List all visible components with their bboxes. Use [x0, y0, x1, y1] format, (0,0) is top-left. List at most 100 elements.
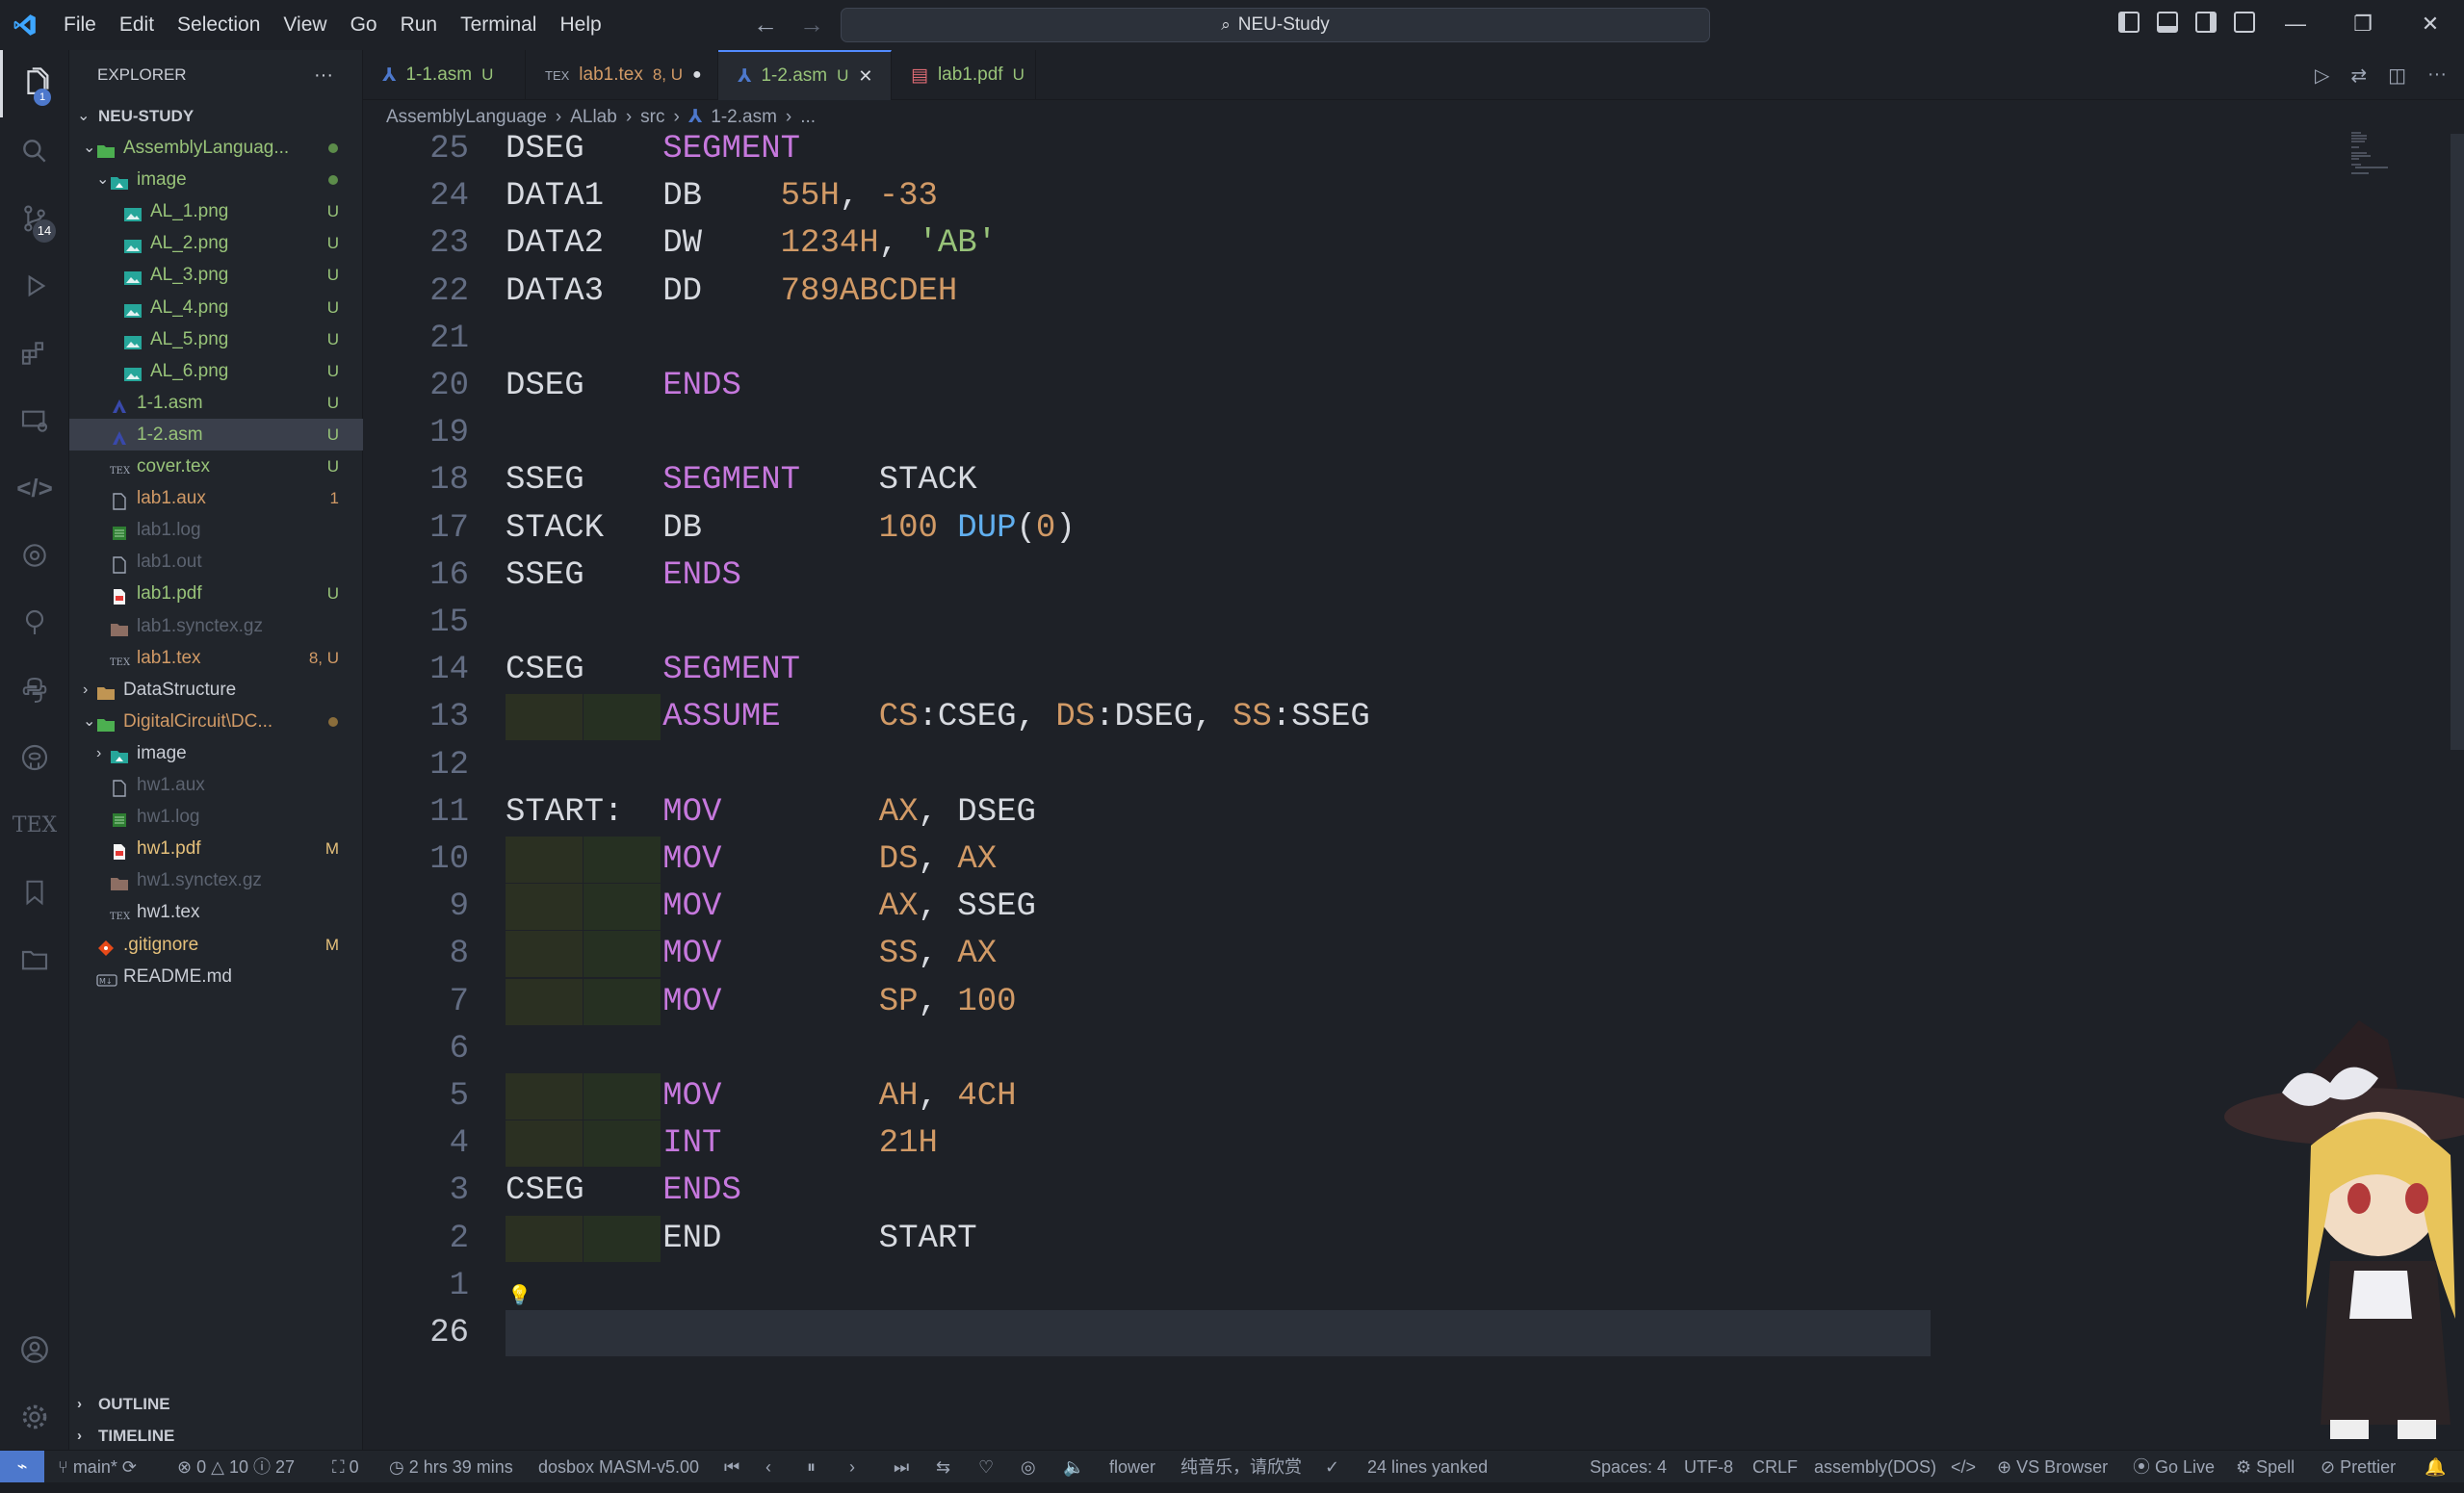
restore-icon[interactable]: ❐ [2329, 0, 2397, 50]
source-control-activity[interactable]: 14 [0, 185, 69, 252]
menu-item-terminal[interactable]: Terminal [449, 0, 548, 50]
menu-item-view[interactable]: View [272, 0, 338, 50]
tab-1-1-asm[interactable]: ⅄ 1-1.asm U [363, 50, 526, 100]
music-pause-icon[interactable]: ⏸ [807, 1451, 816, 1483]
code-line[interactable]: 14 CSEG SEGMENT [363, 647, 2464, 693]
encoding-status[interactable]: UTF-8 [1684, 1451, 1733, 1483]
menu-item-go[interactable]: Go [339, 0, 389, 50]
chevron-right-icon[interactable]: › [96, 737, 101, 769]
run-icon[interactable]: ▷ [2315, 64, 2329, 88]
tree-item[interactable]: AL_3.png U [69, 259, 363, 291]
branch-status[interactable]: ⑂ main* ⟳ [58, 1451, 137, 1483]
code-line[interactable]: 10 MOV DS, AX [363, 837, 2464, 883]
back-arrow-icon[interactable]: ← [753, 10, 778, 39]
menu-item-file[interactable]: File [52, 0, 108, 50]
ports-status[interactable]: ⛶ 0 [332, 1451, 359, 1483]
forward-arrow-icon[interactable]: → [799, 10, 824, 39]
tree-item[interactable]: lab1.log [69, 514, 363, 546]
breadcrumb-item[interactable]: src [640, 107, 664, 128]
tree-item[interactable]: M↓ README.md [69, 961, 363, 992]
tree-item[interactable]: AL_1.png U [69, 195, 363, 227]
compare-icon[interactable]: ⇄ [2350, 64, 2367, 88]
live-share-activity[interactable]: </> [0, 454, 69, 522]
timeline-section[interactable]: › TIMELINE [69, 1420, 363, 1452]
language-mode-status[interactable]: assembly(DOS) [1814, 1451, 1936, 1483]
music-mode-icon[interactable]: ◎ [1021, 1451, 1036, 1483]
volume-icon[interactable]: 🔈 [1063, 1451, 1084, 1483]
tree-item[interactable]: TEX cover.tex U [69, 450, 363, 482]
manage-activity[interactable] [0, 1383, 69, 1451]
tree-item[interactable]: ⌄ image [69, 164, 363, 195]
code-line[interactable]: 2 END START [363, 1215, 2464, 1262]
breadcrumb-item[interactable]: 1-2.asm [711, 107, 777, 128]
tab-lab1-pdf[interactable]: ▤ lab1.pdf U [892, 50, 1036, 100]
music-prev-icon[interactable]: ⏮ [724, 1451, 739, 1483]
code-line[interactable]: 6 [363, 1026, 2464, 1072]
git-graph-activity[interactable] [0, 589, 69, 656]
tree-item[interactable]: hw1.log [69, 801, 363, 833]
tree-item[interactable]: hw1.pdf M [69, 833, 363, 864]
tree-item[interactable]: lab1.out [69, 546, 363, 578]
code-line[interactable]: 8 MOV SS, AX [363, 931, 2464, 978]
code-line[interactable]: 19 [363, 410, 2464, 456]
tree-item[interactable]: .gitignore M [69, 929, 363, 961]
tree-item[interactable]: lab1.synctex.gz [69, 610, 363, 642]
explorer-activity[interactable]: 1 [0, 50, 69, 117]
wakatime-status[interactable]: ◷ 2 hrs 39 mins [389, 1451, 513, 1483]
tex-activity[interactable]: TEX [0, 791, 69, 859]
toggle-panel-icon[interactable] [2157, 12, 2178, 33]
close-tab-icon[interactable]: ✕ [858, 66, 872, 87]
extensions-activity[interactable] [0, 320, 69, 387]
tree-item[interactable]: TEX lab1.tex 8, U [69, 642, 363, 674]
toggle-secondary-sidebar-icon[interactable] [2195, 12, 2217, 33]
tree-item[interactable]: lab1.aux 1 [69, 482, 363, 514]
code-line[interactable]: 21 [363, 316, 2464, 362]
python-activity[interactable] [0, 656, 69, 724]
code-line[interactable]: 22 DATA3 DD 789ABCDEH [363, 269, 2464, 315]
dosbox-status[interactable]: dosbox MASM-v5.00 [538, 1451, 699, 1483]
run-debug-activity[interactable] [0, 252, 69, 320]
menu-item-run[interactable]: Run [389, 0, 450, 50]
chevron-right-icon[interactable]: › [83, 674, 88, 706]
command-center-search[interactable]: ⌕ NEU-Study [841, 8, 1710, 42]
github-activity[interactable] [0, 724, 69, 791]
menu-item-selection[interactable]: Selection [166, 0, 272, 50]
code-line[interactable]: 18 SSEG SEGMENT STACK [363, 457, 2464, 503]
unsaved-dot-icon[interactable]: ● [692, 66, 702, 84]
spell-status[interactable]: ⚙ Spell [2236, 1451, 2295, 1483]
song-artist[interactable]: 纯音乐，请欣赏 [1180, 1451, 1302, 1483]
close-window-icon[interactable]: ✕ [2397, 0, 2464, 50]
accounts-activity[interactable] [0, 1316, 69, 1383]
tree-item[interactable]: ⌄ AssemblyLanguag... [69, 132, 363, 164]
editor-scrollbar[interactable] [2451, 134, 2464, 750]
split-editor-icon[interactable]: ◫ [2388, 64, 2406, 88]
breadcrumb-item[interactable]: AssemblyLanguage [386, 107, 547, 128]
workspace-root[interactable]: ⌄ NEU-STUDY [69, 100, 363, 132]
minimap[interactable] [2349, 130, 2398, 178]
tree-item[interactable]: AL_2.png U [69, 227, 363, 259]
code-line[interactable]: 15 [363, 600, 2464, 646]
chevron-down-icon[interactable]: ⌄ [96, 164, 109, 195]
chevron-down-icon[interactable]: ⌄ [83, 706, 95, 737]
chevron-down-icon[interactable]: ⌄ [83, 132, 95, 164]
tree-item[interactable]: AL_6.png U [69, 355, 363, 387]
search-activity[interactable] [0, 117, 69, 185]
tab-lab1-tex[interactable]: TEX lab1.tex 8, U ● [526, 50, 718, 100]
tree-item[interactable]: 1-1.asm U [69, 387, 363, 419]
go-live-status[interactable]: ⦿ Go Live [2133, 1451, 2215, 1483]
code-line[interactable]: 13 ASSUME CS:CSEG, DS:DSEG, SS:SSEG [363, 694, 2464, 741]
breadcrumb-item[interactable]: ALlab [570, 107, 617, 128]
tab-1-2-asm[interactable]: ⅄ 1-2.asm U ✕ [718, 50, 892, 100]
tree-item[interactable]: AL_5.png U [69, 323, 363, 355]
prettier-status[interactable]: ⊘ Prettier [2321, 1451, 2396, 1483]
code-line[interactable]: 16 SSEG ENDS [363, 553, 2464, 599]
music-back-icon[interactable]: ‹ [765, 1451, 771, 1483]
song-title[interactable]: flower [1109, 1451, 1155, 1483]
code-line[interactable]: 7 MOV SP, 100 [363, 978, 2464, 1025]
music-repeat-icon[interactable]: ⇆ [936, 1451, 950, 1483]
minimize-icon[interactable]: — [2262, 0, 2329, 50]
code-line[interactable]: 20 DSEG ENDS [363, 363, 2464, 409]
code-line[interactable]: 4 INT 21H [363, 1120, 2464, 1168]
toggle-primary-sidebar-icon[interactable] [2118, 12, 2140, 33]
problems-status[interactable]: ⊗ 0 △ 10 ⓘ 27 [177, 1451, 295, 1483]
